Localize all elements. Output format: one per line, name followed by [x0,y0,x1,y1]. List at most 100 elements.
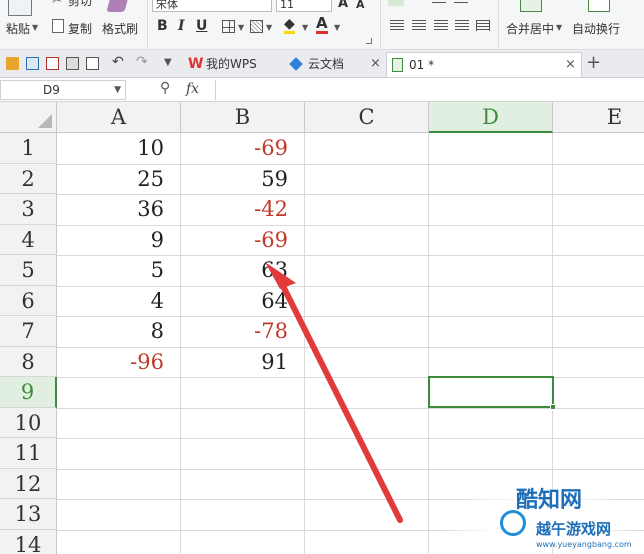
print-preview-icon[interactable] [86,57,99,70]
row-header-10[interactable]: 10 [0,407,57,438]
align-right-icon[interactable] [434,20,448,31]
format-painter-button[interactable]: 格式刷 [102,20,138,37]
paste-button[interactable]: 粘贴 [6,20,30,37]
chevron-down-icon[interactable]: ▼ [334,23,340,32]
row-header-6[interactable]: 6 [0,285,57,316]
tab-label: 01 * [409,58,435,72]
row-header-1[interactable]: 1 [0,133,57,164]
cell-b7[interactable]: -78 [181,316,305,347]
dialog-launcher-icon[interactable] [366,38,372,44]
font-name-select[interactable]: 宋体 [152,0,272,12]
cell-b5[interactable]: 63 [181,255,305,286]
distribute-icon[interactable] [476,20,490,31]
chevron-down-icon[interactable]: ▼ [556,23,562,32]
fill-pattern-icon[interactable] [250,20,263,33]
underline-button[interactable]: U [196,18,207,34]
customize-toolbar-icon[interactable]: ▼ [164,57,172,68]
chevron-down-icon[interactable]: ▼ [114,81,121,99]
justify-icon[interactable] [455,20,469,31]
row-header-5[interactable]: 5 [0,255,57,286]
column-header-b[interactable]: B [181,102,305,133]
borders-icon[interactable] [222,20,235,33]
paste-icon[interactable] [8,0,32,16]
open-folder-icon[interactable] [6,57,19,70]
column-header-a[interactable]: A [57,102,181,133]
save-icon[interactable] [26,57,39,70]
scissors-icon[interactable]: ✂ [52,0,62,7]
cut-button[interactable]: 剪切 [68,0,92,9]
outdent-icon[interactable] [454,0,468,4]
cell-b3[interactable]: -42 [181,194,305,225]
chevron-down-icon[interactable]: ▼ [32,23,38,32]
copy-button[interactable]: 复制 [68,20,92,37]
cell-a8[interactable]: -96 [57,347,181,378]
formula-input[interactable] [215,80,644,100]
row-header-9[interactable]: 9 [0,377,57,408]
row-header-13[interactable]: 13 [0,499,57,530]
indent-icon[interactable] [432,0,446,4]
font-size-select[interactable]: 11 [276,0,332,12]
fx-icon[interactable]: fx [186,81,199,97]
align-top-icon[interactable] [388,0,404,6]
row-header-11[interactable]: 11 [0,438,57,469]
align-center-icon[interactable] [412,20,426,31]
fill-color-icon[interactable]: ◆ [284,17,295,34]
chevron-down-icon[interactable]: ▼ [238,23,244,32]
tab-cloud-docs[interactable]: 云文档 × [286,52,382,77]
italic-button[interactable]: I [178,18,185,34]
select-all-corner[interactable] [0,102,57,133]
close-icon[interactable]: × [565,53,576,77]
cell-a5[interactable]: 5 [57,255,181,286]
cell-a7[interactable]: 8 [57,316,181,347]
row-header-2[interactable]: 2 [0,163,57,194]
cell-a4[interactable]: 9 [57,225,181,256]
new-tab-icon[interactable]: + [586,52,601,73]
cell-b1[interactable]: -69 [181,133,305,164]
undo-icon[interactable]: ↶ [112,54,124,70]
font-shrink-icon[interactable]: A [356,0,365,11]
gridline [57,438,644,439]
font-grow-icon[interactable]: A [338,0,348,11]
zoom-search-icon[interactable]: ⚲ [160,80,170,96]
copy-icon[interactable] [52,19,64,33]
cell-b6[interactable]: 64 [181,286,305,317]
fill-handle[interactable] [550,404,556,410]
row-header-7[interactable]: 7 [0,316,57,347]
row-header-8[interactable]: 8 [0,346,57,377]
print-icon[interactable] [66,57,79,70]
cell-a3[interactable]: 36 [57,194,181,225]
wrap-text-icon[interactable] [588,0,610,12]
row-header-12[interactable]: 12 [0,468,57,499]
selected-cell-d9[interactable] [428,376,554,408]
formula-bar: D9 ▼ ⚲ fx [0,78,644,102]
align-left-icon[interactable] [390,20,404,31]
close-icon[interactable]: × [370,52,381,76]
wrap-text-button[interactable]: 自动换行 [572,20,620,37]
column-header-d[interactable]: D [429,102,553,133]
row-header-4[interactable]: 4 [0,224,57,255]
cell-a6[interactable]: 4 [57,286,181,317]
cell-b4[interactable]: -69 [181,225,305,256]
chevron-down-icon[interactable]: ▼ [266,23,272,32]
font-color-icon[interactable]: A [316,16,328,34]
tab-my-wps[interactable]: W 我的WPS [184,52,280,77]
select-all-triangle [38,114,52,128]
chevron-down-icon[interactable]: ▼ [302,23,308,32]
merge-center-icon[interactable] [520,0,542,12]
format-painter-icon[interactable] [106,0,128,12]
bold-button[interactable]: B [157,18,168,34]
redo-icon[interactable]: ↷ [136,54,148,70]
export-pdf-icon[interactable] [46,57,59,70]
column-header-c[interactable]: C [305,102,429,133]
row-header-14[interactable]: 14 [0,529,57,554]
watermark-brand: 酷知网 [516,488,583,513]
cell-a1[interactable]: 10 [57,133,181,164]
cell-b2[interactable]: 59 [181,164,305,195]
column-header-e[interactable]: E [553,102,644,133]
cell-a2[interactable]: 25 [57,164,181,195]
tab-document[interactable]: 01 * × [386,52,582,77]
row-header-3[interactable]: 3 [0,194,57,225]
name-box[interactable]: D9 ▼ [0,80,126,100]
merge-center-button[interactable]: 合并居中 [506,20,554,37]
cell-b8[interactable]: 91 [181,347,305,378]
